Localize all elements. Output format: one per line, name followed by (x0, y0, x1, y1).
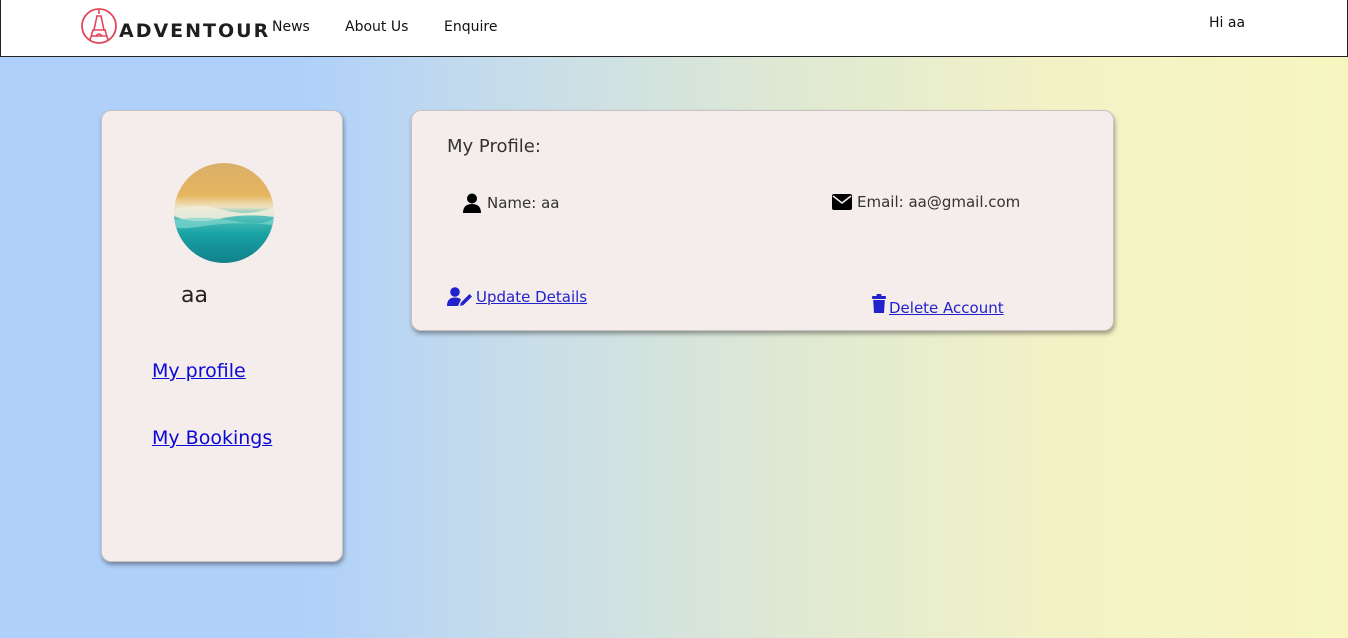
brand-name[interactable]: ADVENTOUR (119, 20, 270, 42)
nav-link-about-us[interactable]: About Us (345, 19, 408, 35)
logo-icon[interactable] (79, 6, 119, 46)
profile-details-card: My Profile: Name: aa Email: aa@gmail.com… (411, 110, 1114, 331)
trash-icon (872, 293, 886, 313)
delete-account-link[interactable]: Delete Account (872, 289, 1004, 317)
sidebar-username: aa (181, 283, 208, 308)
name-text: Name: aa (487, 194, 560, 212)
sidebar-link-my-bookings[interactable]: My Bookings (152, 427, 272, 449)
profile-sidebar-card: aa My profile My Bookings (101, 110, 343, 562)
user-edit-icon (447, 287, 472, 306)
name-row: Name: aa (462, 193, 559, 213)
email-row: Email: aa@gmail.com (832, 193, 1020, 211)
nav-link-news[interactable]: News (272, 19, 310, 35)
update-details-link[interactable]: Update Details (447, 287, 587, 307)
avatar (174, 163, 274, 263)
delete-account-label[interactable]: Delete Account (889, 299, 1004, 317)
sidebar-link-my-profile[interactable]: My profile (152, 360, 246, 382)
beach-image (174, 206, 274, 229)
user-icon (463, 193, 481, 213)
user-greeting[interactable]: Hi aa (1209, 15, 1245, 31)
update-details-label[interactable]: Update Details (476, 288, 587, 306)
envelope-icon (832, 194, 852, 210)
nav-link-enquire[interactable]: Enquire (444, 19, 497, 35)
email-text: Email: aa@gmail.com (857, 193, 1021, 211)
top-navbar: ADVENTOUR News About Us Enquire Hi aa (0, 0, 1348, 57)
profile-title: My Profile: (447, 136, 541, 157)
